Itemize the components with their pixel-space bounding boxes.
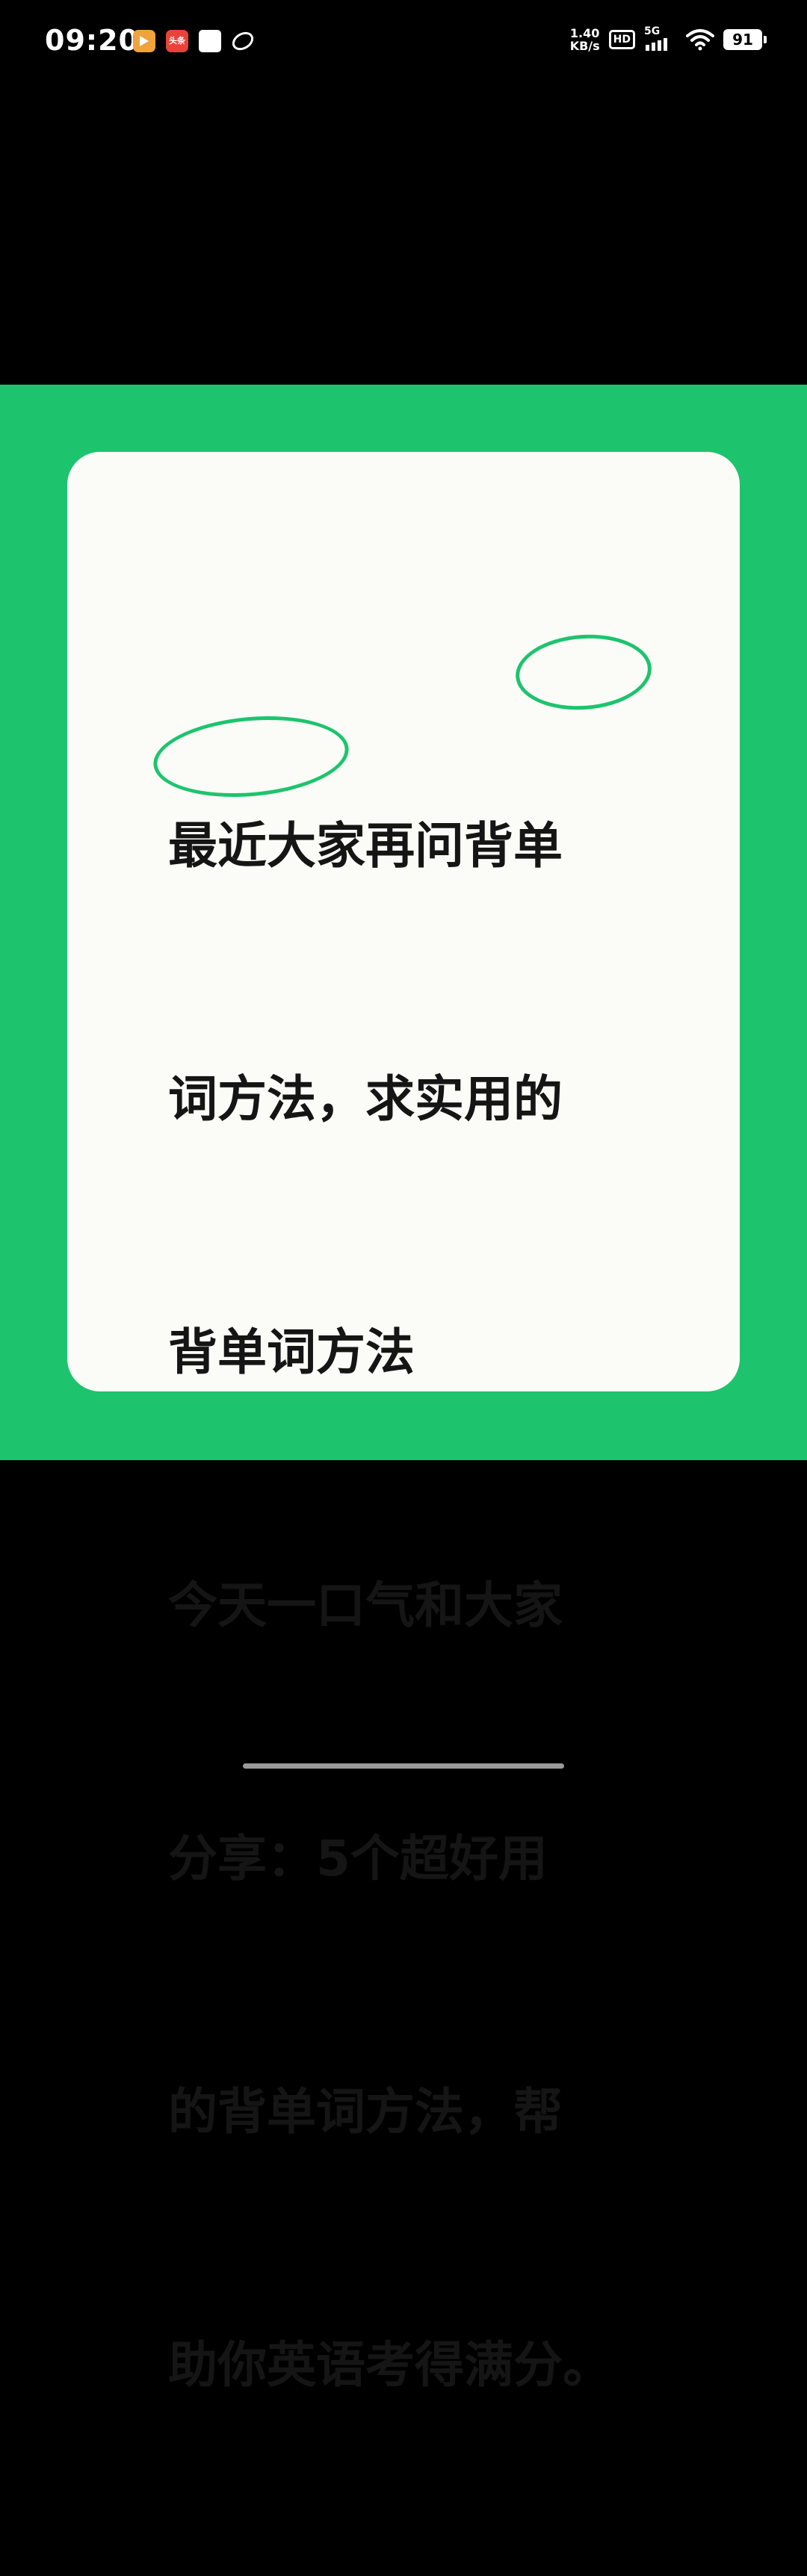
network-speed-unit: KB/s [569,39,600,53]
text-line: 背单词方法 [168,1323,415,1381]
system-icons: 1.40 KB/s HD 5G 91 [570,25,767,52]
video-app-icon [133,30,155,52]
signal-icon: 5G [644,25,677,51]
battery-icon: 91 [723,29,767,50]
notification-icons: 头条 [133,28,257,55]
white-square-icon [199,30,221,52]
network-speed: 1.40 KB/s [570,27,600,52]
network-speed-value: 1.40 [569,26,600,40]
text-line: 的背单词方法，帮 [168,2083,563,2141]
text-line: 词方法，求实用的 [168,1070,563,1128]
text-line: 分享：5个超好用 [168,1830,548,1887]
card-text: 最近大家再问背单 词方法，求实用的 背单词方法 今天一口气和大家 分享：5个超好… [168,635,691,2576]
status-time: 09:20 [45,24,139,57]
hd-icon: HD [608,30,635,49]
text-line: 最近大家再问背单 [168,817,563,875]
text-card: 最近大家再问背单 词方法，求实用的 背单词方法 今天一口气和大家 分享：5个超好… [67,452,740,2394]
loop-icon [229,28,257,55]
home-indicator[interactable] [243,1763,564,1769]
post-image[interactable]: 最近大家再问背单 词方法，求实用的 背单词方法 今天一口气和大家 分享：5个超好… [0,385,807,2394]
network-type: 5G [644,25,661,37]
status-bar: 09:20 头条 1.40 KB/s HD 5G 91 [0,0,807,90]
text-line: 今天一口气和大家 [168,1577,563,1634]
toutiao-icon: 头条 [166,30,188,52]
wifi-icon [686,29,714,51]
text-line: 助你英语考得满分。 [168,2336,612,2394]
